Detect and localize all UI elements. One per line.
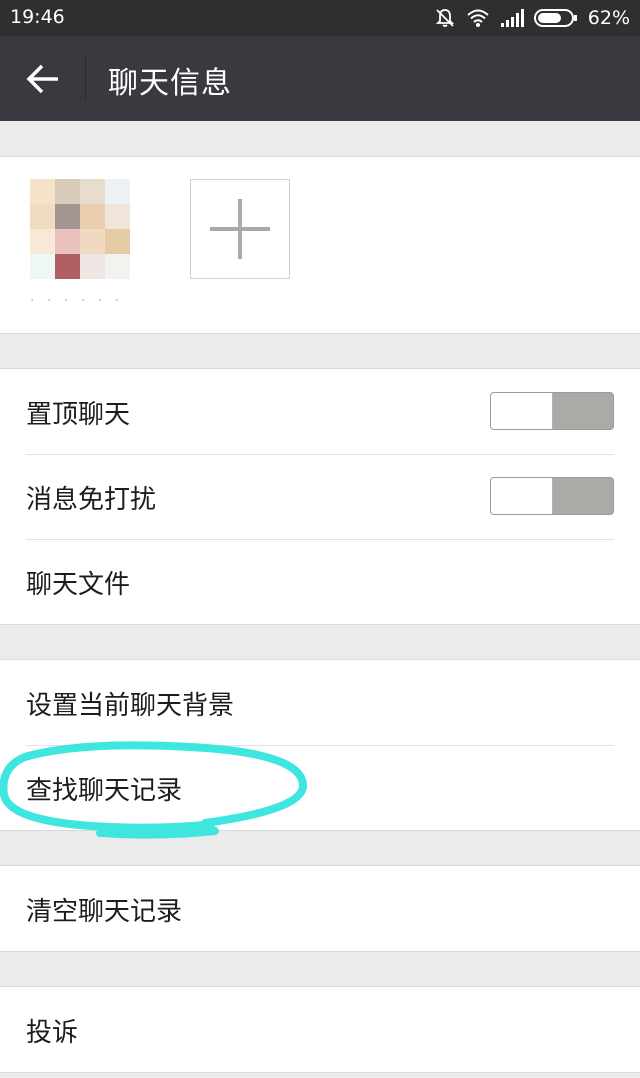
page-title: 聊天信息 xyxy=(108,66,232,101)
chat-history-group: 设置当前聊天背景 查找聊天记录 xyxy=(0,659,640,831)
clear-history-row[interactable]: 清空聊天记录 xyxy=(0,866,640,951)
search-history-label: 查找聊天记录 xyxy=(26,776,183,806)
report-row[interactable]: 投诉 xyxy=(0,987,640,1072)
chat-background-label: 设置当前聊天背景 xyxy=(26,691,235,721)
battery-icon xyxy=(533,8,578,28)
status-time: 19:46 xyxy=(10,6,65,28)
chat-background-row[interactable]: 设置当前聊天背景 xyxy=(0,660,640,745)
title-divider xyxy=(85,56,86,100)
search-history-row[interactable]: 查找聊天记录 xyxy=(0,745,640,830)
mute-notifications-toggle[interactable] xyxy=(490,477,614,515)
chat-files-label: 聊天文件 xyxy=(26,570,131,600)
mute-notifications-row[interactable]: 消息免打扰 xyxy=(0,454,640,539)
toggle-knob xyxy=(491,393,553,429)
member-name: · · · · · · · ·· xyxy=(30,293,123,315)
wifi-icon xyxy=(466,8,490,28)
title-bar: 聊天信息 xyxy=(0,36,640,121)
report-group: 投诉 xyxy=(0,986,640,1073)
signal-icon xyxy=(500,9,524,27)
clear-history-label: 清空聊天记录 xyxy=(26,897,183,927)
status-icons: 62% xyxy=(434,6,630,30)
sticky-chat-row[interactable]: 置顶聊天 xyxy=(0,369,640,454)
members-section: · · · · · · · ·· xyxy=(0,156,640,334)
chat-options-group: 置顶聊天 消息免打扰 聊天文件 xyxy=(0,368,640,625)
add-member-button[interactable] xyxy=(190,179,290,279)
plus-icon xyxy=(191,180,289,278)
avatar[interactable] xyxy=(30,179,130,279)
toggle-knob xyxy=(491,478,553,514)
status-bar: 19:46 62% xyxy=(0,0,640,36)
mute-notifications-label: 消息免打扰 xyxy=(26,485,157,515)
sticky-chat-toggle[interactable] xyxy=(490,392,614,430)
arrow-left-icon xyxy=(20,64,66,106)
battery-percent: 62% xyxy=(587,7,630,29)
report-label: 投诉 xyxy=(26,1018,79,1048)
sticky-chat-label: 置顶聊天 xyxy=(26,400,131,430)
chat-files-row[interactable]: 聊天文件 xyxy=(0,539,640,624)
back-button[interactable] xyxy=(20,56,66,102)
mute-icon xyxy=(434,7,456,29)
clear-group: 清空聊天记录 xyxy=(0,865,640,952)
